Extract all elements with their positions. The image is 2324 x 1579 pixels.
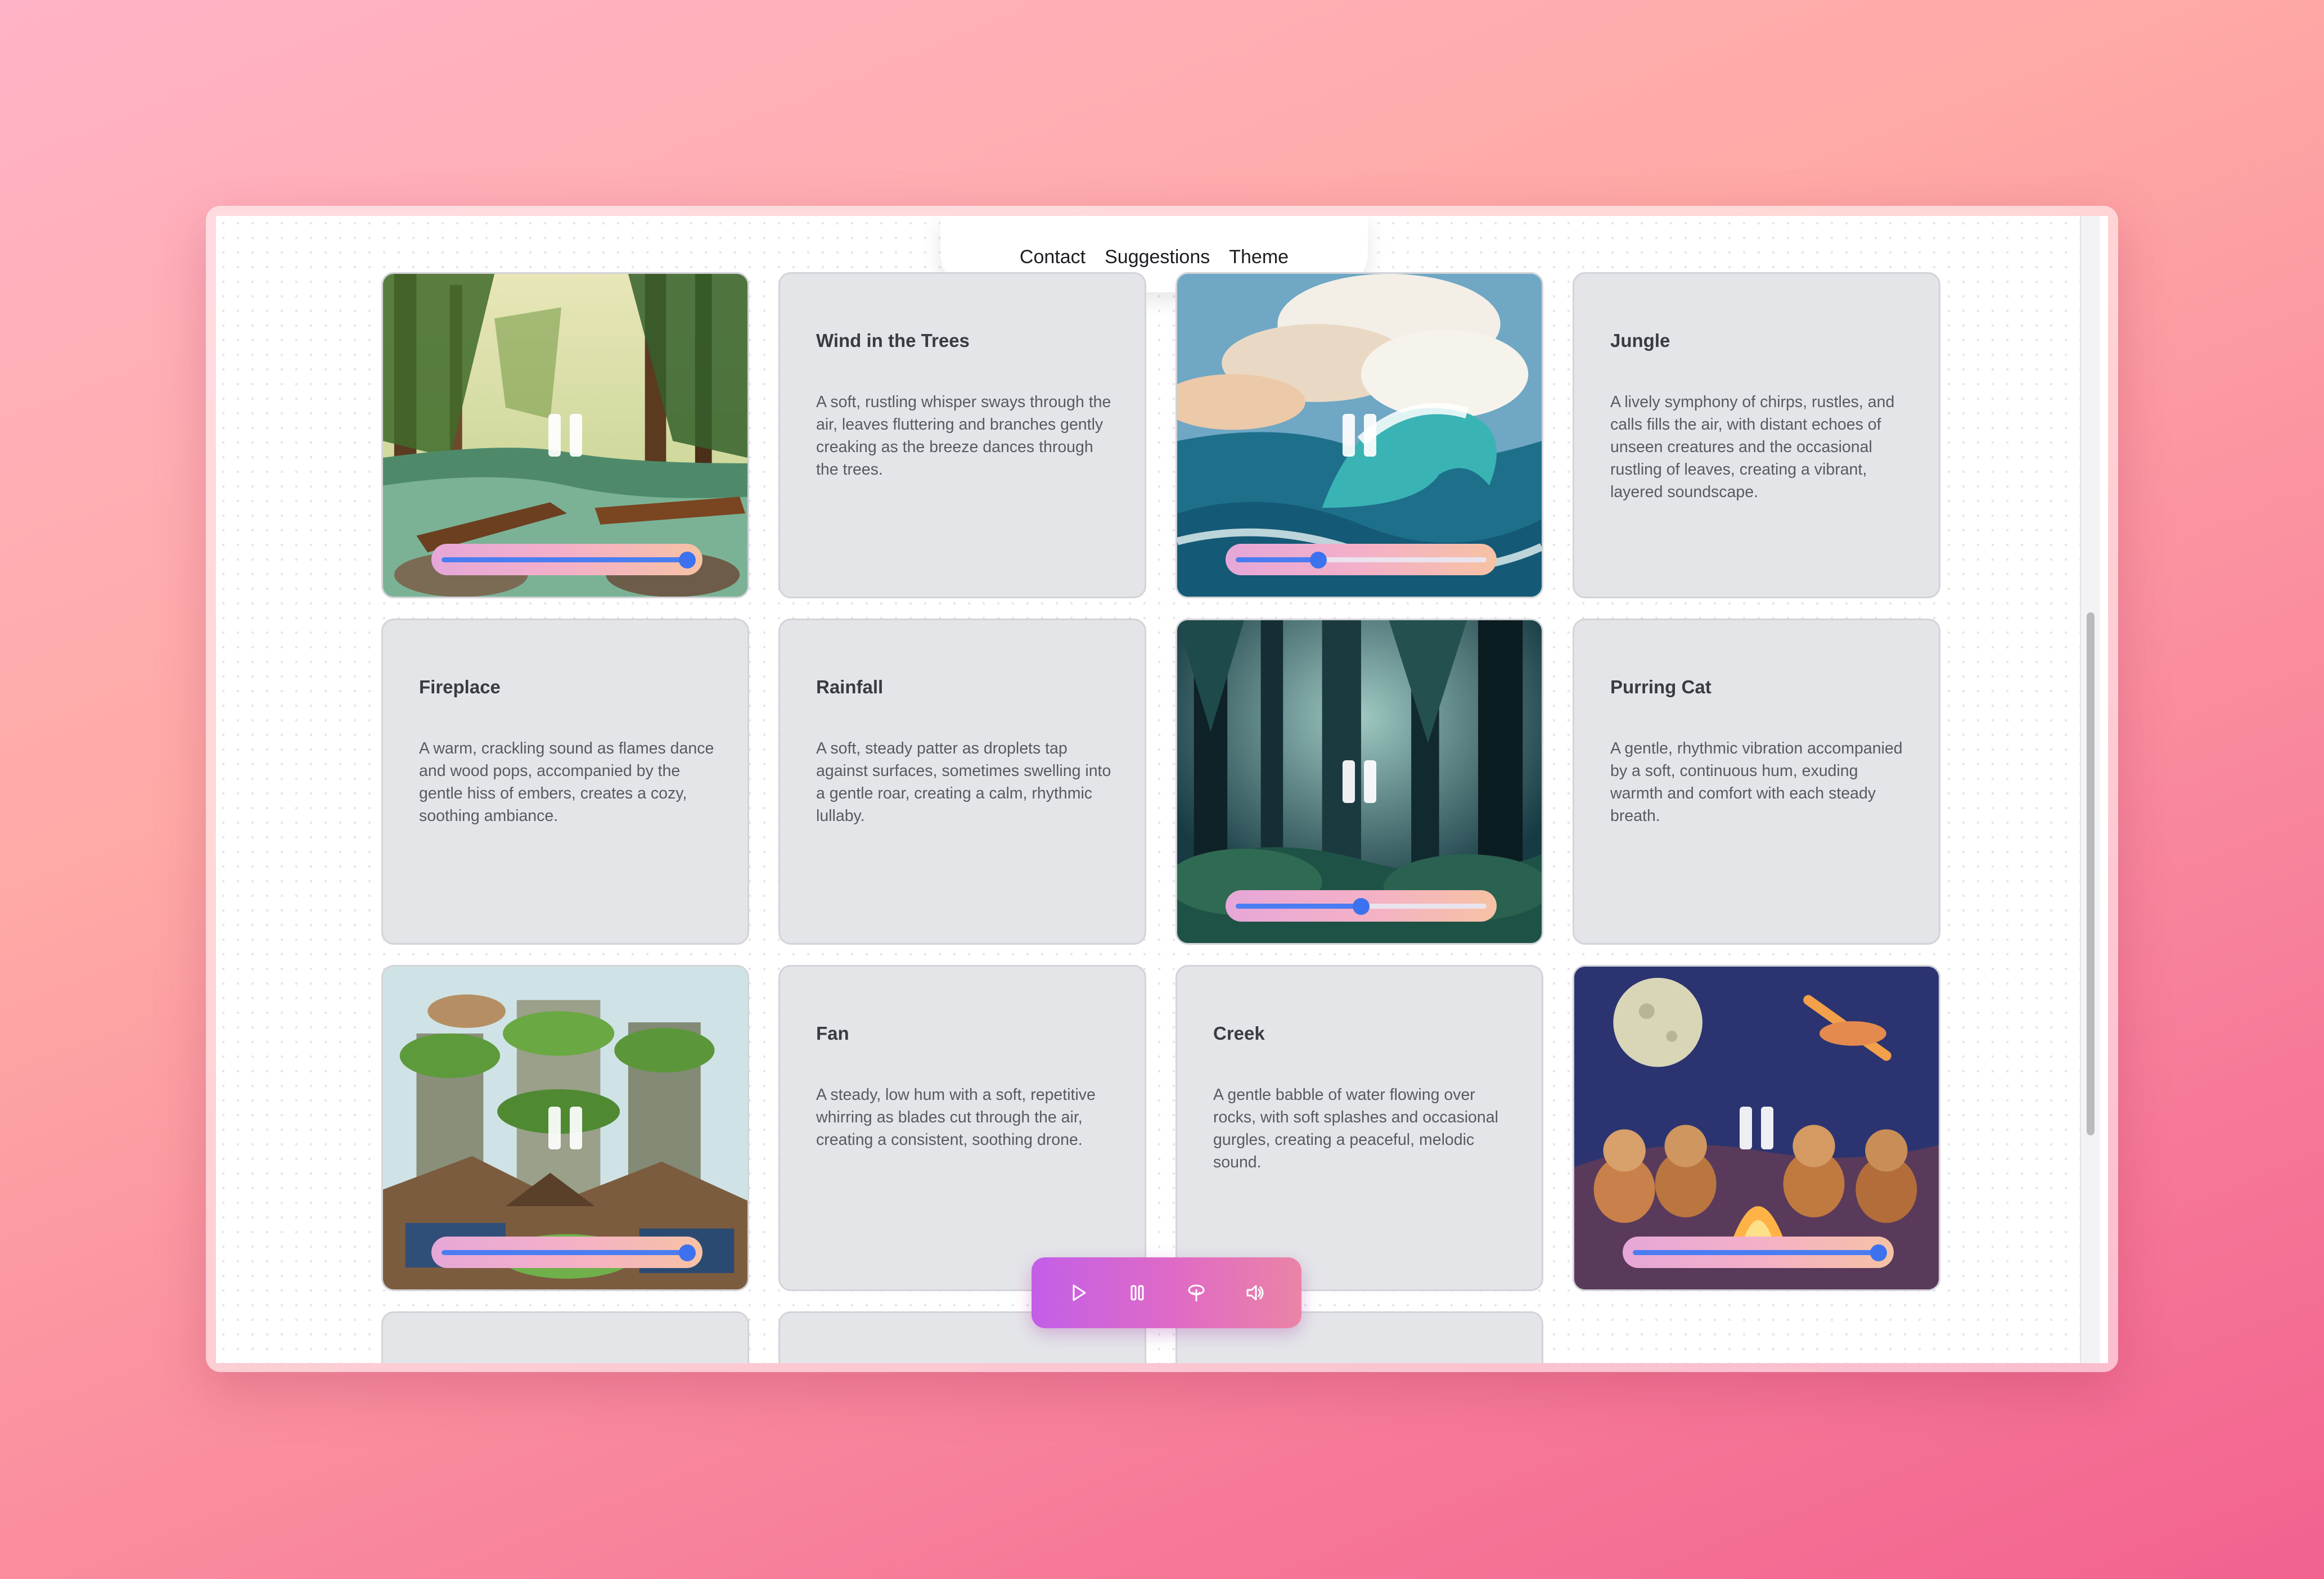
pause-all-icon[interactable] bbox=[1122, 1277, 1153, 1309]
sound-description: A warm, crackling sound as flames dance … bbox=[419, 739, 714, 825]
sound-card-city[interactable] bbox=[381, 965, 749, 1291]
nav-suggestions-link[interactable]: Suggestions bbox=[1105, 246, 1210, 268]
sound-card-night-forest[interactable] bbox=[1175, 619, 1543, 945]
pause-icon[interactable] bbox=[1343, 414, 1376, 457]
sound-card-campfire[interactable] bbox=[1573, 965, 1940, 1291]
sound-description: A steady, low hum with a soft, repetitiv… bbox=[816, 1086, 1096, 1149]
sound-grid: Wind in the Trees A soft, rustling whisp… bbox=[381, 272, 1940, 1363]
nav-contact-link[interactable]: Contact bbox=[1020, 246, 1086, 268]
sound-card-ocean-waves[interactable] bbox=[1175, 272, 1543, 598]
scrollbar-thumb[interactable] bbox=[2087, 612, 2095, 1135]
browser-window: Contact Suggestions Theme Wind in the Tr… bbox=[206, 206, 2118, 1372]
sound-card-creek[interactable]: Creek A gentle babble of water flowing o… bbox=[1175, 965, 1543, 1291]
sound-title: Creek bbox=[1213, 1023, 1265, 1044]
sound-description: A soft, rustling whisper sways through t… bbox=[816, 393, 1111, 479]
sound-card-fireplace[interactable]: Fireplace A warm, crackling sound as fla… bbox=[381, 619, 749, 945]
sound-title: Fireplace bbox=[419, 676, 501, 697]
page-viewport: Contact Suggestions Theme Wind in the Tr… bbox=[216, 216, 2108, 1363]
tree-icon[interactable] bbox=[1181, 1277, 1212, 1309]
sound-title: Rainfall bbox=[816, 676, 884, 697]
play-icon[interactable] bbox=[1062, 1277, 1094, 1309]
volume-slider[interactable] bbox=[431, 544, 702, 575]
pause-icon[interactable] bbox=[548, 414, 582, 457]
sound-card-jungle[interactable]: Jungle A lively symphony of chirps, rust… bbox=[1573, 272, 1940, 598]
volume-icon[interactable] bbox=[1240, 1277, 1271, 1309]
volume-slider[interactable] bbox=[1226, 890, 1497, 922]
player-bar bbox=[1032, 1257, 1301, 1328]
volume-slider[interactable] bbox=[431, 1237, 702, 1268]
volume-slider[interactable] bbox=[1623, 1237, 1894, 1268]
sound-card-fan[interactable]: Fan A steady, low hum with a soft, repet… bbox=[778, 965, 1146, 1291]
sound-card-forest-river[interactable] bbox=[381, 272, 749, 598]
pause-icon[interactable] bbox=[548, 1107, 582, 1149]
sound-title: Fan bbox=[816, 1023, 849, 1044]
sound-card-purring-cat[interactable]: Purring Cat A gentle, rhythmic vibration… bbox=[1573, 619, 1940, 945]
pause-icon[interactable] bbox=[1740, 1107, 1773, 1149]
sound-card-rainfall[interactable]: Rainfall A soft, steady patter as drople… bbox=[778, 619, 1146, 945]
sound-card-wind-in-the-trees[interactable]: Wind in the Trees A soft, rustling whisp… bbox=[778, 272, 1146, 598]
pause-icon[interactable] bbox=[1343, 760, 1376, 803]
nav-theme-link[interactable]: Theme bbox=[1229, 246, 1289, 268]
sound-card-partial[interactable] bbox=[381, 1311, 749, 1363]
scrollbar[interactable] bbox=[2080, 216, 2100, 1363]
sound-title: Jungle bbox=[1610, 330, 1670, 351]
sound-description: A gentle, rhythmic vibration accompanied… bbox=[1610, 739, 1903, 825]
volume-slider[interactable] bbox=[1226, 544, 1497, 575]
sound-description: A lively symphony of chirps, rustles, an… bbox=[1610, 393, 1895, 501]
sound-title: Purring Cat bbox=[1610, 676, 1712, 697]
sound-title: Wind in the Trees bbox=[816, 330, 970, 351]
sound-description: A gentle babble of water flowing over ro… bbox=[1213, 1086, 1498, 1171]
sound-description: A soft, steady patter as droplets tap ag… bbox=[816, 739, 1111, 825]
